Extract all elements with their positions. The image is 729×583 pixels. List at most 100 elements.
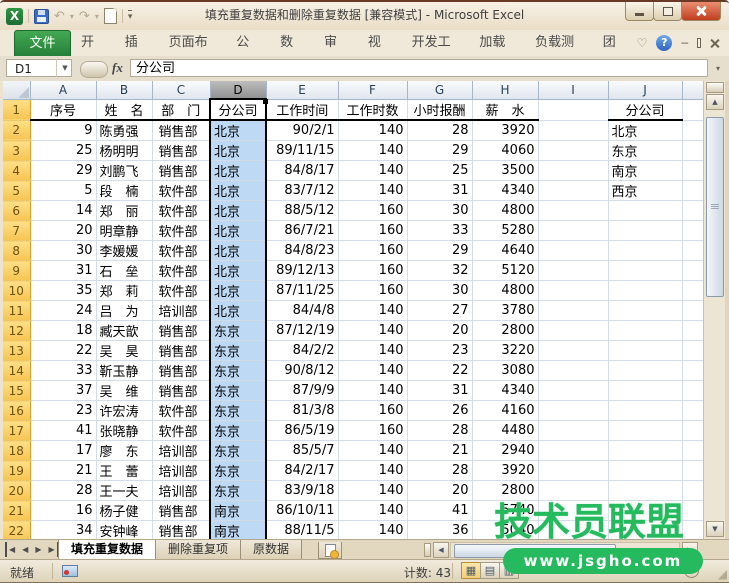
cell-H10[interactable]: 4800 [472, 281, 538, 301]
cell-A11[interactable]: 24 [30, 301, 96, 321]
cell-G7[interactable]: 33 [407, 221, 472, 241]
cell-E10[interactable]: 87/11/25 [266, 281, 338, 301]
scroll-up-icon[interactable]: ▲ [706, 94, 724, 110]
cell-C18[interactable]: 培训部 [152, 441, 210, 461]
cell-G9[interactable]: 32 [407, 261, 472, 281]
cell-C10[interactable]: 软件部 [152, 281, 210, 301]
doc-minimize-icon[interactable]: ─ [681, 38, 688, 49]
cell-B21[interactable]: 杨子健 [96, 501, 152, 521]
cell-B5[interactable]: 段 楠 [96, 181, 152, 201]
cell-A17[interactable]: 41 [30, 421, 96, 441]
cell-I5[interactable] [538, 181, 608, 201]
cell-H16[interactable]: 4160 [472, 401, 538, 421]
cell-G17[interactable]: 28 [407, 421, 472, 441]
cell-I4[interactable] [538, 161, 608, 181]
cell-J20[interactable] [608, 481, 682, 501]
cell-D19[interactable]: 东京 [210, 461, 266, 481]
cell-D1[interactable]: 分公司 [210, 99, 266, 120]
cell-F19[interactable]: 140 [338, 461, 407, 481]
cell-G21[interactable]: 41 [407, 501, 472, 521]
cell-J9[interactable] [608, 261, 682, 281]
page-break-view-button[interactable]: ▥ [499, 562, 519, 579]
ribbon-tab-开始[interactable]: 开始 [71, 30, 115, 56]
horizontal-scroll-thumb[interactable] [454, 544, 616, 558]
cell-J8[interactable] [608, 241, 682, 261]
cell-E7[interactable]: 86/7/21 [266, 221, 338, 241]
cell-E18[interactable]: 85/5/7 [266, 441, 338, 461]
column-header-H[interactable]: H [472, 81, 538, 99]
cell-B8[interactable]: 李媛媛 [96, 241, 152, 261]
cell-G6[interactable]: 30 [407, 201, 472, 221]
cell-I6[interactable] [538, 201, 608, 221]
cell-E17[interactable]: 86/5/19 [266, 421, 338, 441]
cell-B7[interactable]: 明章静 [96, 221, 152, 241]
ribbon-tab-数据[interactable]: 数据 [270, 30, 314, 56]
cell-G5[interactable]: 31 [407, 181, 472, 201]
column-header-A[interactable]: A [30, 81, 96, 99]
vertical-scroll-thumb[interactable] [706, 117, 724, 297]
cell-G16[interactable]: 26 [407, 401, 472, 421]
select-all-corner[interactable] [3, 81, 30, 99]
macro-record-icon[interactable] [62, 565, 78, 577]
cell-B15[interactable]: 吴 维 [96, 381, 152, 401]
row-header-20[interactable]: 20 [3, 481, 30, 501]
name-box-dropdown-icon[interactable]: ▼ [56, 59, 73, 77]
cell-F6[interactable]: 160 [338, 201, 407, 221]
doc-restore-icon[interactable] [697, 38, 701, 48]
ribbon-tab-团队[interactable]: 团队 [593, 30, 637, 56]
tab-split-handle[interactable] [424, 543, 431, 557]
row-header-21[interactable]: 21 [3, 501, 30, 521]
cell-F16[interactable]: 160 [338, 401, 407, 421]
cell-D8[interactable]: 北京 [210, 241, 266, 261]
cell-C4[interactable]: 销售部 [152, 161, 210, 181]
cell-J13[interactable] [608, 341, 682, 361]
row-header-9[interactable]: 9 [3, 261, 30, 281]
row-header-8[interactable]: 8 [3, 241, 30, 261]
cell-I2[interactable] [538, 120, 608, 141]
ribbon-tab-视图[interactable]: 视图 [358, 30, 402, 56]
cell-J22[interactable] [608, 521, 682, 540]
cell-H3[interactable]: 4060 [472, 141, 538, 161]
cell-B18[interactable]: 廖 东 [96, 441, 152, 461]
cell-D21[interactable]: 南京 [210, 501, 266, 521]
cell-F8[interactable]: 160 [338, 241, 407, 261]
cell-E13[interactable]: 84/2/2 [266, 341, 338, 361]
cell-A2[interactable]: 9 [30, 120, 96, 141]
cell-G18[interactable]: 21 [407, 441, 472, 461]
cell-J2[interactable]: 北京 [608, 120, 682, 141]
cell-D18[interactable]: 东京 [210, 441, 266, 461]
cell-H2[interactable]: 3920 [472, 120, 538, 141]
cell-A22[interactable]: 34 [30, 521, 96, 540]
resize-grip-icon[interactable]: ◢ [718, 567, 727, 581]
column-header-J[interactable]: J [608, 81, 682, 99]
cell-H11[interactable]: 3780 [472, 301, 538, 321]
column-header-D[interactable]: D [210, 81, 266, 99]
cell-B14[interactable]: 靳玉静 [96, 361, 152, 381]
cell-J4[interactable]: 南京 [608, 161, 682, 181]
cell-E16[interactable]: 81/3/8 [266, 401, 338, 421]
cell-H21[interactable]: 5740 [472, 501, 538, 521]
cell-J12[interactable] [608, 321, 682, 341]
fill-handle[interactable] [263, 99, 268, 104]
cell-H22[interactable]: 5040 [472, 521, 538, 540]
cell-D12[interactable]: 东京 [210, 321, 266, 341]
cell-B9[interactable]: 石 垒 [96, 261, 152, 281]
column-header-F[interactable]: F [338, 81, 407, 99]
cell-I7[interactable] [538, 221, 608, 241]
cell-A14[interactable]: 33 [30, 361, 96, 381]
ribbon-tab-公式[interactable]: 公式 [226, 30, 270, 56]
cell-J19[interactable] [608, 461, 682, 481]
cell-D10[interactable]: 北京 [210, 281, 266, 301]
row-header-15[interactable]: 15 [3, 381, 30, 401]
cell-F12[interactable]: 140 [338, 321, 407, 341]
doc-close-icon[interactable] [710, 39, 719, 48]
cell-C1[interactable]: 部 门 [152, 99, 210, 120]
cell-A3[interactable]: 25 [30, 141, 96, 161]
cell-D3[interactable]: 北京 [210, 141, 266, 161]
cell-E14[interactable]: 90/8/12 [266, 361, 338, 381]
row-header-14[interactable]: 14 [3, 361, 30, 381]
cell-A8[interactable]: 30 [30, 241, 96, 261]
cell-D17[interactable]: 东京 [210, 421, 266, 441]
first-sheet-icon[interactable]: ◀ [5, 542, 17, 557]
cell-B4[interactable]: 刘鹏飞 [96, 161, 152, 181]
